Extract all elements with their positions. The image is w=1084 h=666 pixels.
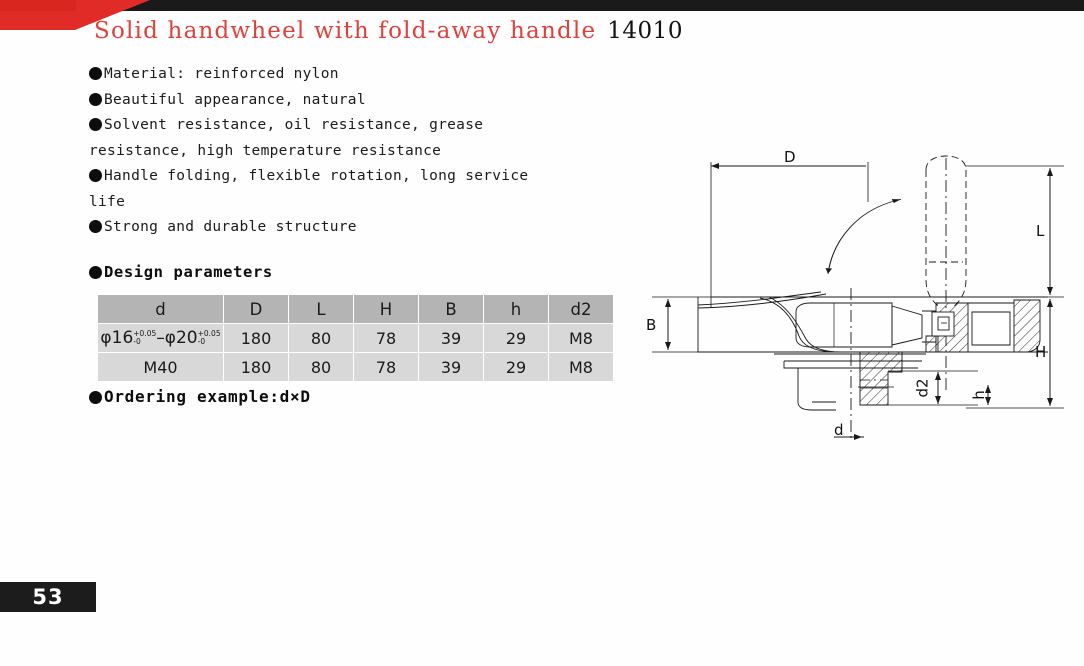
feature-text: Material: reinforced nylon: [104, 66, 339, 82]
tolerance-second: +0.05 -0: [197, 329, 221, 346]
handwheel-cross-section-svg: [652, 155, 1064, 440]
cell-H: 78: [354, 353, 418, 381]
dimension-label-H: H: [1035, 343, 1047, 361]
feature-text: Beautiful appearance, natural: [104, 91, 366, 108]
cell-L: 80: [289, 324, 353, 352]
hub-section-hatched: [859, 351, 903, 406]
d-second-value: 20: [175, 328, 198, 348]
banner-red-accent-dark: [0, 0, 76, 11]
cell-h: 29: [484, 324, 548, 352]
d-first-value: 16: [111, 328, 134, 348]
cell-D: 180: [224, 353, 288, 381]
banner-black-bar: [72, 0, 1084, 11]
tolerance-first: +0.05 -0: [133, 329, 156, 346]
grip-body: [795, 302, 893, 348]
dimension-L: [966, 165, 1064, 298]
dimension-label-d2: d2: [913, 378, 932, 398]
table-row: M40 180 80 78 39 29 M8: [98, 353, 613, 381]
bullet-dot-icon: [89, 92, 102, 106]
bullet-dot-icon: [89, 266, 102, 279]
bullet-dot-icon: [89, 67, 102, 80]
dimension-label-d: d: [834, 421, 844, 439]
range-dash: –: [156, 328, 165, 348]
bullet-dot-icon: [89, 169, 102, 182]
feature-text: Strong and durable structure: [104, 219, 357, 235]
bullet-dot-icon: [89, 220, 102, 233]
page-title-text: Solid handwheel with fold-away handle: [94, 18, 597, 44]
table-header-D: D: [224, 295, 288, 323]
dimension-label-B: B: [646, 316, 657, 334]
feature-text-continuation: resistance, high temperature resistance: [89, 142, 442, 159]
dimension-label-L: L: [1036, 222, 1045, 240]
cell-h: 29: [484, 353, 548, 381]
phi-symbol: φ: [100, 328, 112, 348]
list-item: Beautiful appearance, natural: [89, 88, 649, 114]
list-item: Handle folding, flexible rotation, long …: [89, 164, 649, 190]
list-item: Strong and durable structure: [89, 215, 649, 241]
design-parameters-table: d D L H B h d2 φ16 +0.05 -0 –φ20 +0.05 -0 180…: [97, 294, 614, 382]
dimension-B: [652, 296, 714, 353]
dimension-D: [710, 162, 869, 308]
ordering-example-label: Ordering example:d×D: [104, 387, 311, 406]
hinge-block: [931, 302, 969, 353]
bullet-dot-icon: [89, 118, 102, 131]
list-item: Material: reinforced nylon: [89, 62, 649, 88]
lower-flange: [774, 353, 926, 411]
feature-text-continuation: life: [89, 193, 126, 210]
page-title: Solid handwheel with fold-away handle 14…: [94, 18, 683, 50]
phi-symbol: φ: [164, 328, 176, 348]
cell-H: 78: [354, 324, 418, 352]
table-row: φ16 +0.05 -0 –φ20 +0.05 -0 180 80 78 39 29 M8: [98, 324, 613, 352]
outer-rim-hatched: [968, 299, 1041, 353]
cell-B: 39: [419, 353, 483, 381]
tolerance-lower: -0: [197, 336, 206, 346]
dimension-label-D: D: [784, 148, 796, 166]
feature-text: Handle folding, flexible rotation, long …: [104, 168, 529, 184]
cell-d2: M8: [549, 353, 613, 381]
page-number-footer: 53: [0, 582, 96, 612]
technical-drawing: D L H B h d2 d: [636, 140, 1084, 460]
product-code: 14010: [607, 18, 683, 44]
table-header-L: L: [289, 295, 353, 323]
table-header-row: d D L H B h d2: [98, 295, 613, 323]
feature-list: Material: reinforced nylon Beautiful app…: [89, 62, 649, 241]
dimension-label-h: h: [969, 390, 988, 400]
tolerance-lower: -0: [133, 336, 141, 346]
list-item: Solvent resistance, oil resistance, grea…: [89, 113, 649, 139]
design-parameters-label: Design parameters: [104, 263, 273, 281]
table-header-B: B: [419, 295, 483, 323]
top-banner: [0, 0, 1084, 30]
table-header-H: H: [354, 295, 418, 323]
cell-d-tolerance: φ16 +0.05 -0 –φ20 +0.05 -0: [98, 324, 223, 352]
bullet-dot-icon: [89, 390, 102, 404]
table-header-d: d: [98, 295, 223, 323]
cell-d2: M8: [549, 324, 613, 352]
ordering-example: Ordering example:d×D: [89, 387, 311, 406]
rotation-arrow: [825, 198, 902, 274]
cell-d: M40: [98, 353, 223, 381]
cell-D: 180: [224, 324, 288, 352]
page-number: 53: [32, 585, 64, 609]
cell-B: 39: [419, 324, 483, 352]
table-header-h: h: [484, 295, 548, 323]
feature-text: Solvent resistance, oil resistance, grea…: [104, 117, 484, 133]
cell-L: 80: [289, 353, 353, 381]
design-parameters-heading: Design parameters: [89, 263, 273, 281]
table-header-d2: d2: [549, 295, 613, 323]
